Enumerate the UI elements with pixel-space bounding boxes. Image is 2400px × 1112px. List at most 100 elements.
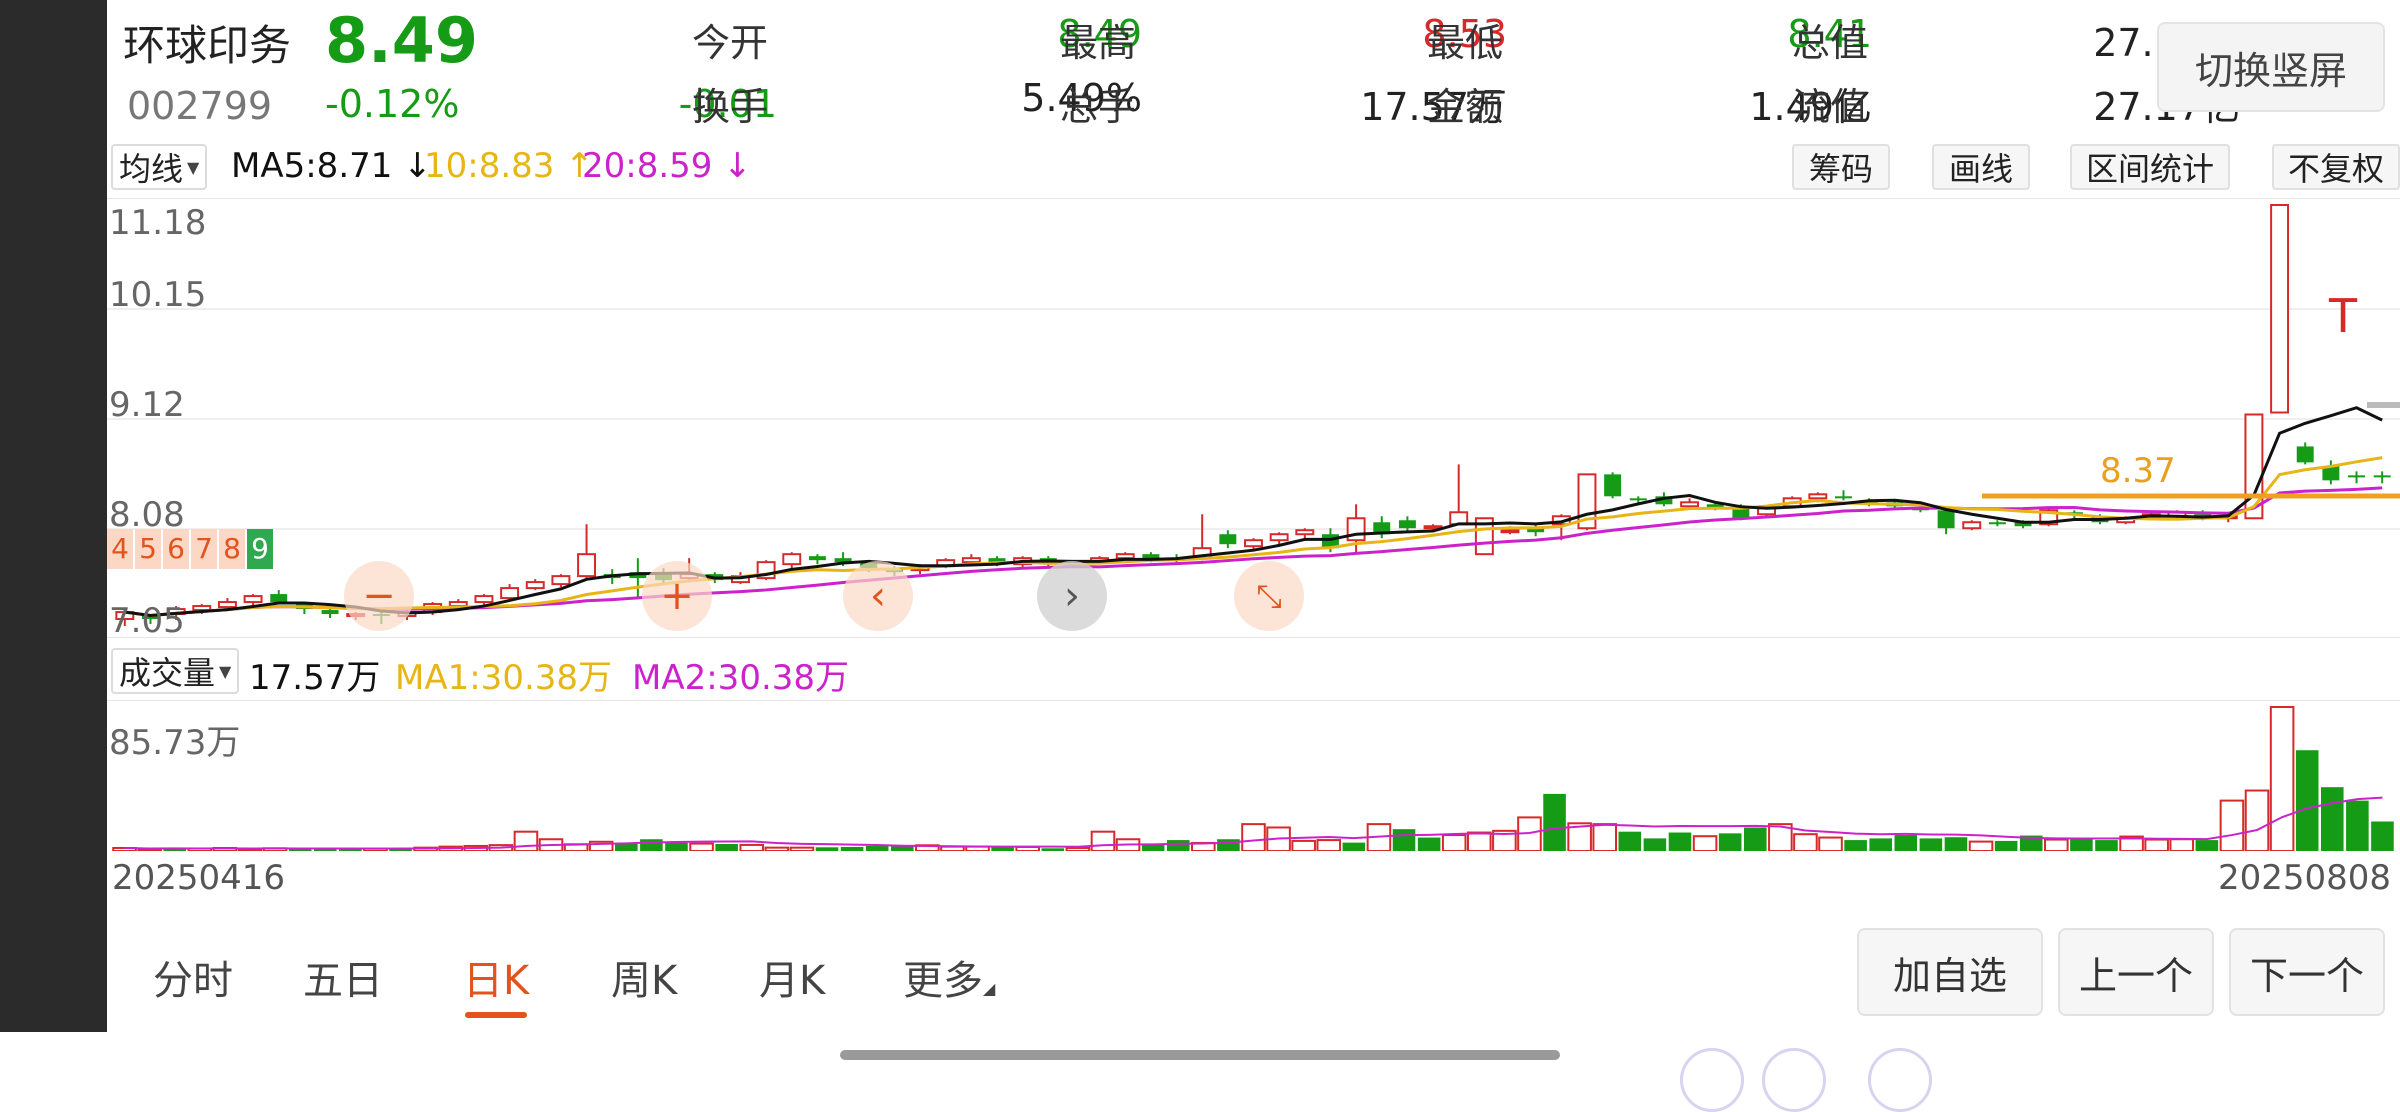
end-date: 20250808 bbox=[2218, 858, 2392, 898]
candle-body bbox=[1295, 529, 1315, 536]
volume-bar bbox=[2070, 838, 2093, 851]
candle-body bbox=[2373, 475, 2391, 478]
minus-icon[interactable]: − bbox=[344, 561, 414, 631]
number-pill[interactable]: 9 bbox=[247, 529, 273, 569]
home-indicator[interactable] bbox=[840, 1050, 1560, 1060]
candle-body bbox=[551, 575, 571, 586]
adjust-mode-button[interactable]: 不复权 bbox=[2272, 144, 2400, 190]
volume-bar bbox=[1342, 842, 1366, 851]
number-pill[interactable]: 7 bbox=[191, 529, 217, 569]
tab-daily-k[interactable]: 日K bbox=[463, 948, 529, 1006]
candle-body bbox=[525, 581, 545, 590]
candle-body bbox=[1219, 534, 1237, 545]
volume-bar bbox=[1166, 840, 1190, 851]
volume-bar bbox=[1291, 839, 1316, 852]
volume-bar bbox=[640, 839, 663, 851]
volume-chart[interactable]: 85.73万 bbox=[107, 700, 2400, 853]
volume-axis-max: 85.73万 bbox=[109, 723, 241, 763]
tab-intraday[interactable]: 分时 bbox=[153, 948, 233, 1006]
candle-body bbox=[2348, 475, 2365, 478]
switch-portrait-button[interactable]: 切换竖屏 bbox=[2157, 22, 2385, 112]
ma20-value: 20:8.59 ↓ bbox=[582, 146, 752, 186]
volume-bar bbox=[2095, 840, 2118, 851]
previous-stock-button[interactable]: 上一个 bbox=[2058, 928, 2214, 1016]
stat-label-volume: 总手 bbox=[1060, 85, 1137, 129]
volume-bar bbox=[1668, 832, 1692, 851]
volume-indicator-dropdown[interactable]: 成交量 ▼ bbox=[111, 648, 240, 694]
volume-bar bbox=[1643, 838, 1667, 851]
volume-indicator-label: 成交量 bbox=[119, 654, 216, 692]
volume-bar bbox=[2195, 840, 2219, 851]
volume-bar bbox=[1994, 840, 2018, 851]
price-axis-label: 9.12 bbox=[109, 385, 185, 425]
tab-weekly-k[interactable]: 周K bbox=[611, 948, 677, 1006]
volume-bar bbox=[2144, 838, 2169, 852]
dropdown-arrow-icon: ▼ bbox=[187, 157, 200, 177]
volume-bar bbox=[1441, 834, 1467, 852]
candle-body bbox=[1115, 553, 1135, 560]
volume-bar bbox=[715, 843, 738, 851]
number-pill[interactable]: 8 bbox=[219, 529, 245, 569]
candle-body bbox=[448, 601, 468, 608]
volume-bar bbox=[764, 846, 790, 852]
candle-body bbox=[500, 587, 520, 600]
number-pill[interactable]: 5 bbox=[135, 529, 161, 569]
volume-bar bbox=[513, 830, 539, 853]
candle-body bbox=[1808, 493, 1828, 500]
candle-body bbox=[1142, 554, 1160, 559]
next-stock-button[interactable]: 下一个 bbox=[2229, 928, 2385, 1016]
left-dark-sidebar bbox=[0, 0, 107, 1032]
volume-bar bbox=[1316, 839, 1342, 852]
kline-chart[interactable]: 11.18 10.15 9.12 8.08 7.05 4 5 6 7 8 9 −… bbox=[107, 198, 2400, 641]
volume-bar bbox=[1944, 837, 1968, 851]
price-axis-label: 10.15 bbox=[109, 275, 207, 315]
candle-body bbox=[1244, 539, 1263, 548]
tab-five-day[interactable]: 五日 bbox=[303, 948, 383, 1006]
quote-header: 环球印务 8.49 002799 -0.12% -0.01 今开 8.49 最高… bbox=[107, 0, 2400, 135]
volume-bar bbox=[1467, 831, 1492, 853]
tab-more[interactable]: 更多◢ bbox=[903, 948, 995, 1006]
stat-label-open: 今开 bbox=[692, 21, 769, 65]
range-stats-button[interactable]: 区间统计 bbox=[2070, 144, 2230, 190]
candle-body bbox=[321, 610, 339, 615]
stat-label-high: 最高 bbox=[1060, 21, 1137, 65]
volume-bar bbox=[1869, 838, 1892, 851]
candle-body bbox=[1680, 501, 1700, 508]
volume-bar bbox=[1041, 848, 1065, 851]
candle-body bbox=[1398, 520, 1416, 529]
tab-monthly-k[interactable]: 月K bbox=[759, 948, 825, 1006]
number-pill[interactable]: 6 bbox=[163, 529, 189, 569]
volume-legend-row: 成交量 ▼ 17.57万 MA1:30.38万 MA2:30.38万 bbox=[107, 646, 2400, 698]
volume-bar bbox=[815, 847, 839, 851]
volume-bar bbox=[689, 842, 714, 853]
candle-body bbox=[192, 605, 212, 612]
stat-label-amount: 金额 bbox=[1427, 85, 1504, 129]
volume-bar bbox=[1090, 830, 1116, 853]
volume-bar bbox=[1968, 840, 1994, 852]
volume-bar bbox=[2295, 750, 2319, 851]
candle-body bbox=[782, 553, 802, 566]
chevron-left-icon[interactable]: ‹ bbox=[843, 561, 913, 631]
volume-bar bbox=[1818, 836, 1843, 853]
chevron-right-icon[interactable]: › bbox=[1037, 561, 1107, 631]
draw-line-button[interactable]: 画线 bbox=[1932, 144, 2030, 190]
chips-button[interactable]: 筹码 bbox=[1792, 144, 1890, 190]
volume-bar bbox=[1618, 831, 1642, 851]
price-axis-label: 11.18 bbox=[109, 203, 207, 243]
price-axis-label: 7.05 bbox=[109, 601, 185, 641]
stock-code: 002799 bbox=[127, 84, 273, 128]
dropdown-arrow-icon: ▼ bbox=[219, 661, 232, 681]
number-pill[interactable]: 4 bbox=[107, 529, 133, 569]
ma-legend-row: 均线 ▼ MA5:8.71 ↓ 10:8.83 ↑ 20:8.59 ↓ 筹码 画… bbox=[107, 140, 2400, 194]
volume-bar bbox=[1692, 835, 1718, 852]
ghost-circle bbox=[1680, 1048, 1744, 1112]
volume-bar bbox=[1743, 827, 1767, 851]
add-watchlist-button[interactable]: 加自选 bbox=[1857, 928, 2043, 1016]
candle-body bbox=[577, 553, 597, 578]
ma-type-dropdown[interactable]: 均线 ▼ bbox=[111, 144, 208, 190]
collapse-icon[interactable]: ⤡ bbox=[1234, 561, 1304, 631]
candle-body bbox=[474, 595, 494, 604]
plus-icon[interactable]: + bbox=[642, 561, 712, 631]
volume-bar bbox=[1543, 793, 1566, 851]
volume-bar bbox=[865, 845, 889, 851]
